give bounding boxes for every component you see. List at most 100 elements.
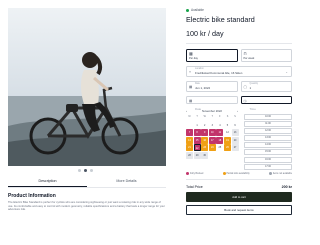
location-select[interactable]: ⌖ Location Fredrikstad Kommunal Alle, 16…: [186, 66, 292, 77]
calendar-day[interactable]: 10: [208, 129, 216, 137]
option-per-week[interactable]: ⊓ Per week: [240, 49, 292, 62]
calendar-widget: ‹ November 2022 › M T W T F S S 1 2 3 4 5 6 7 8 9 10 11 12…: [186, 108, 292, 170]
legend-label: Fully Booked: [190, 172, 204, 175]
chevron-down-icon: ⌄: [285, 70, 288, 74]
calendar-day[interactable]: 8: [193, 129, 201, 137]
calendar-day[interactable]: 20: [231, 136, 239, 144]
tab-more-details[interactable]: More Details: [87, 176, 166, 187]
calendar-day[interactable]: 6: [232, 122, 239, 129]
calendar-day[interactable]: 9: [201, 129, 209, 137]
legend-item: Items not available: [268, 172, 292, 175]
time-slot-list: 10:00 11:00 12:00 13:00 14:00 15:00 16:00 17:00: [244, 114, 292, 171]
weekday-label: T: [196, 116, 198, 118]
calendar-icon: ▦: [189, 50, 193, 56]
status-label: Available: [191, 8, 204, 12]
calendar-day[interactable]: 3: [209, 122, 216, 129]
box-icon: ▢: [243, 85, 247, 89]
product-price: 100 kr / day: [186, 29, 224, 38]
calendar-day[interactable]: 11: [216, 129, 224, 137]
time-slot[interactable]: 15:00: [244, 149, 292, 156]
calendar-day[interactable]: 18: [216, 136, 224, 144]
time-slot[interactable]: 12:00: [244, 128, 292, 135]
time-slot[interactable]: 14:00: [244, 142, 292, 149]
calendar-day[interactable]: 29: [193, 151, 201, 159]
date-field[interactable]: ▦ Date Jun 1, 2022: [186, 81, 238, 92]
calendar-day[interactable]: 15: [193, 136, 201, 144]
bag-icon: ⊓: [243, 50, 247, 56]
calendar-day[interactable]: 14: [186, 136, 193, 144]
calendar-day[interactable]: 2: [201, 122, 208, 129]
option-per-day[interactable]: ▦ Per day: [186, 49, 238, 62]
legend-label: Items not available: [272, 172, 292, 175]
time-slot[interactable]: 17:00: [244, 163, 292, 170]
total-value: 200 kr: [281, 185, 292, 189]
calendar-day[interactable]: 16: [201, 136, 209, 144]
calendar-day[interactable]: 13: [231, 129, 239, 137]
detail-tabs: Description More Details: [8, 176, 166, 188]
total-label: Total Price: [186, 185, 203, 189]
time-slot[interactable]: 16:00: [244, 156, 292, 163]
status-dot-icon: [186, 8, 189, 12]
weekday-label: M: [188, 116, 191, 118]
calendar-day[interactable]: 30: [201, 151, 209, 159]
product-photo[interactable]: [8, 8, 166, 166]
date-picker-input[interactable]: ▦ Date: [186, 96, 238, 111]
add-to-cart-button[interactable]: Add to cart: [186, 192, 292, 202]
time-picker-input[interactable]: ◷ Time: [240, 96, 292, 111]
calendar-empty-cell: [186, 122, 193, 129]
quantity-field[interactable]: ▢ Quantity 1: [240, 81, 292, 92]
calendar-day[interactable]: 5: [224, 122, 231, 129]
weekday-label: T: [211, 116, 213, 118]
date-quantity-row: ▦ Date Jun 1, 2022 ▢ Quantity 1: [186, 81, 292, 92]
calendar-empty-cell: [216, 152, 223, 159]
time-slot[interactable]: 11:00: [244, 121, 292, 128]
option-label: Per week: [243, 57, 255, 60]
divider: [186, 43, 292, 44]
next-month-icon[interactable]: ›: [237, 109, 238, 113]
calendar-month: November 2022: [202, 108, 222, 113]
calendar-day[interactable]: 17: [208, 136, 216, 144]
calendar-legend: Fully Booked Partial slots availability It…: [186, 172, 292, 175]
gallery-dots: [78, 169, 93, 172]
pin-icon: ⌖: [189, 70, 192, 74]
weekday-label: W: [203, 116, 206, 118]
gallery-dot-active[interactable]: [84, 169, 87, 172]
calendar-day[interactable]: 24: [208, 144, 216, 152]
legend-label: Partial slots availability: [226, 172, 250, 175]
calendar-day[interactable]: 7: [186, 129, 193, 137]
prev-month-icon[interactable]: ‹: [186, 109, 187, 113]
calendar-day[interactable]: 25: [216, 144, 223, 151]
calendar-day[interactable]: 22: [193, 144, 201, 152]
date-value: Jun 1, 2022: [195, 85, 211, 90]
calendar-day[interactable]: 23: [201, 144, 209, 152]
clock-icon: ◷: [243, 98, 247, 103]
calendar-day[interactable]: 26: [223, 144, 231, 152]
location-value: Fredrikstad Kommunal Alle, 16 Skien: [195, 70, 243, 75]
request-quote-button[interactable]: Book and request items: [186, 205, 292, 215]
legend-item: Fully Booked: [186, 172, 203, 175]
product-info-title: Product Information: [8, 193, 56, 199]
calendar-icon: ▦: [189, 85, 193, 89]
legend-dot-icon: [268, 172, 272, 175]
time-slot[interactable]: 13:00: [244, 135, 292, 142]
booking-panel: Available Electric bike standard 100 kr …: [186, 8, 292, 215]
quantity-value: 1: [249, 85, 252, 90]
legend-item: Partial slots availability: [222, 172, 250, 175]
datetime-row: ▦ Date ◷ Time: [186, 96, 292, 111]
gallery-dot[interactable]: [90, 169, 93, 172]
calendar-day[interactable]: 28: [186, 151, 193, 159]
gallery-dot[interactable]: [78, 169, 81, 172]
calendar-empty-cell: [224, 152, 231, 159]
divider: [186, 179, 292, 180]
calendar-day[interactable]: 21: [186, 144, 193, 152]
calendar-day[interactable]: 4: [216, 122, 223, 129]
calendar-day[interactable]: 12: [224, 129, 231, 136]
total-price-row: Total Price 200 kr: [186, 185, 292, 189]
calendar-day[interactable]: 1: [194, 122, 201, 129]
calendar-icon: ▦: [189, 98, 193, 103]
tab-description[interactable]: Description: [8, 176, 87, 187]
weekday-label: F: [219, 116, 221, 118]
calendar-day[interactable]: 27: [231, 144, 239, 152]
calendar-day[interactable]: 19: [223, 136, 231, 144]
time-slot[interactable]: 10:00: [244, 114, 292, 120]
